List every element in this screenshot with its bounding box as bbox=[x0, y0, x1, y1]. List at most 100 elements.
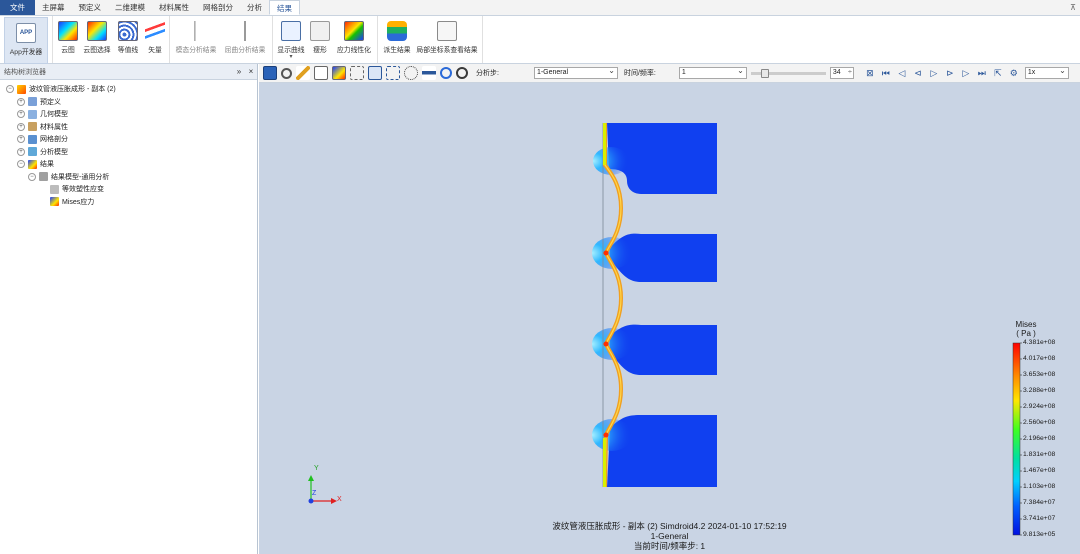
ribbon-pin-icon[interactable]: ⊼ bbox=[1066, 0, 1080, 15]
record-icon[interactable]: ⊠ bbox=[864, 67, 876, 79]
contour-button[interactable]: 云图 bbox=[55, 16, 81, 63]
tree-item[interactable]: − 结果 bbox=[0, 158, 257, 171]
step-select[interactable]: 1-General bbox=[533, 66, 618, 79]
legend-tick-label: 2.560e+08 bbox=[1023, 419, 1056, 426]
show-curve-button[interactable]: 显示曲线 ▾ bbox=[275, 16, 307, 63]
tree-item[interactable]: + 材料属性 bbox=[0, 121, 257, 134]
legend-tick-label: 1.831e+08 bbox=[1023, 451, 1056, 458]
contour-display-icon[interactable] bbox=[332, 66, 346, 80]
next-frame-icon[interactable]: ▷ bbox=[960, 67, 972, 79]
prev-frame-icon[interactable]: ◁ bbox=[896, 67, 908, 79]
time-info-line: 当前时间/频率步: 1 bbox=[633, 541, 706, 551]
rotate-icon[interactable] bbox=[404, 66, 418, 80]
close-icon[interactable]: × bbox=[245, 67, 257, 76]
menu-tab-results[interactable]: 结果 bbox=[269, 0, 300, 15]
slider-knob[interactable] bbox=[760, 68, 769, 78]
tree-item[interactable]: + 几何模型 bbox=[0, 108, 257, 121]
expand-icon[interactable]: + bbox=[17, 97, 25, 106]
tree-item[interactable]: + 预定义 bbox=[0, 96, 257, 109]
fit-all-icon[interactable] bbox=[368, 66, 382, 80]
zoom-box-icon[interactable] bbox=[386, 66, 400, 80]
screenshot-icon[interactable] bbox=[263, 66, 277, 80]
collapse-icon[interactable]: − bbox=[28, 172, 36, 181]
tree-item-label: 网格剖分 bbox=[40, 136, 68, 144]
first-frame-icon[interactable]: ⏮ bbox=[880, 67, 892, 79]
3d-viewport[interactable]: Mises ( Pa ) 4.381e+08 4.017e+08 3.653e+08… bbox=[259, 83, 1080, 554]
expand-icon[interactable]: + bbox=[17, 110, 25, 119]
time-select[interactable]: 1 bbox=[678, 66, 747, 79]
measure-icon[interactable] bbox=[422, 66, 436, 80]
tree-item[interactable]: + 分析模型 bbox=[0, 146, 257, 159]
next-step-icon[interactable]: ⊳ bbox=[944, 67, 956, 79]
tree-item[interactable]: + 网格剖分 bbox=[0, 133, 257, 146]
menu-tab-file[interactable]: 文件 bbox=[0, 0, 35, 15]
expand-icon[interactable]: + bbox=[17, 147, 25, 156]
structure-tree-panel: 结构树浏览器 » × − 波纹管液压胀成形 - 副本 (2) + 预定义 + 几何模型 + 材… bbox=[0, 64, 258, 554]
view-toolbar: 分析步: 1-General 时间/频率: 1 34 ⊠ ⏮ ◁ ⊲ ▷ ⊳ ▷… bbox=[259, 64, 1080, 83]
menu-tab-predefine[interactable]: 预定义 bbox=[72, 0, 109, 15]
time-label: 时间/频率: bbox=[623, 70, 656, 77]
stress-linearize-button[interactable]: 应力线性化 bbox=[333, 16, 375, 63]
view-rotate-icon[interactable] bbox=[440, 67, 452, 79]
tree-item-label: 结果 bbox=[40, 161, 54, 169]
result-model-icon bbox=[39, 172, 48, 182]
play-icon[interactable]: ▷ bbox=[928, 67, 940, 79]
export-icon[interactable]: ⇱ bbox=[992, 67, 1004, 79]
tree-item[interactable]: 等效塑性应变 bbox=[0, 183, 257, 196]
menu-tab-analysis[interactable]: 分析 bbox=[240, 0, 269, 15]
zoom-icon[interactable] bbox=[281, 67, 292, 79]
collapse-icon[interactable]: − bbox=[17, 160, 25, 169]
render-mode-icon[interactable] bbox=[314, 66, 328, 80]
legend-tick-label: 7.384e+07 bbox=[1023, 499, 1056, 506]
geometry-icon bbox=[28, 109, 37, 119]
buckling-icon bbox=[235, 21, 255, 41]
select-cursor-icon[interactable] bbox=[350, 66, 364, 80]
tree-item[interactable]: − 波纹管液压胀成形 - 副本 (2) bbox=[0, 83, 257, 96]
slim-button[interactable]: 瘦形 bbox=[307, 16, 333, 63]
vector-button[interactable]: 矢量 bbox=[143, 16, 167, 63]
expand-icon[interactable]: + bbox=[17, 122, 25, 131]
stress-icon bbox=[50, 197, 59, 207]
collapse-panel-icon[interactable]: » bbox=[233, 67, 245, 76]
dropdown-arrow-icon[interactable]: ▾ bbox=[289, 54, 292, 60]
prev-step-icon[interactable]: ⊲ bbox=[912, 67, 924, 79]
speed-select[interactable]: 1x bbox=[1024, 66, 1069, 79]
app-window: 文件 主屏幕 预定义 二维建模 材料属性 网格剖分 分析 结果 ⊼ APP Ap… bbox=[0, 0, 1080, 554]
result-icon bbox=[28, 159, 37, 169]
last-frame-icon[interactable]: ⏭ bbox=[976, 67, 988, 79]
legend-tick-label: 2.196e+08 bbox=[1023, 435, 1056, 442]
frame-slider[interactable] bbox=[750, 68, 826, 78]
tree-item-label: 等效塑性应变 bbox=[62, 186, 104, 194]
triad-y-label: Y bbox=[314, 465, 319, 472]
app-developer-button[interactable]: APP App开发器 bbox=[4, 17, 48, 64]
model-icon bbox=[17, 84, 26, 94]
tree-item[interactable]: − 结果模型-通用分析 bbox=[0, 171, 257, 184]
material-icon bbox=[28, 122, 37, 132]
derived-results-button[interactable]: 派生结果 bbox=[380, 16, 414, 63]
modal-results-button[interactable]: 模态分析结果 bbox=[172, 16, 220, 63]
menu-tab-2d-modeling[interactable]: 二维建模 bbox=[108, 0, 152, 15]
menu-tab-home[interactable]: 主屏幕 bbox=[35, 0, 72, 15]
local-coordinate-results-button[interactable]: 局部坐标系查看结果 bbox=[414, 16, 480, 63]
expand-icon[interactable]: + bbox=[17, 135, 25, 144]
contour-select-button[interactable]: 云图选择 bbox=[81, 16, 113, 63]
mesh-icon bbox=[28, 134, 37, 144]
tree-item-label: 材料属性 bbox=[40, 123, 68, 131]
legend-tick-label: 4.381e+08 bbox=[1023, 339, 1056, 346]
frame-spinbox[interactable]: 34 bbox=[829, 67, 854, 79]
isoline-button[interactable]: 等值线 bbox=[113, 16, 143, 63]
triad-z-label: Z bbox=[312, 490, 317, 497]
tree-item-label: 波纹管液压胀成形 - 副本 (2) bbox=[29, 86, 116, 94]
vector-icon bbox=[145, 21, 165, 41]
collapse-icon[interactable]: − bbox=[6, 85, 14, 94]
settings-icon[interactable]: ⚙ bbox=[1008, 67, 1020, 79]
buckling-results-button[interactable]: 屈曲分析结果 bbox=[220, 16, 270, 63]
menu-tab-material[interactable]: 材料属性 bbox=[152, 0, 196, 15]
layers-icon bbox=[387, 21, 407, 41]
menu-tab-mesh[interactable]: 网格剖分 bbox=[196, 0, 240, 15]
brush-icon[interactable] bbox=[296, 66, 310, 80]
reset-view-icon[interactable] bbox=[456, 67, 468, 79]
tree-item[interactable]: Mises应力 bbox=[0, 196, 257, 209]
ribbon: APP App开发器 云图 云图选择 等值线 矢量 模态分析结果 屈曲分析结果 … bbox=[0, 16, 1080, 64]
analysis-icon bbox=[28, 147, 37, 157]
